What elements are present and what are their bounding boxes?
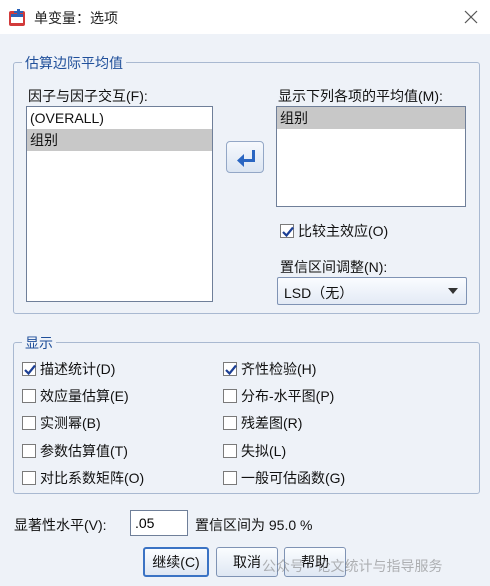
compare-main-effects-checkbox[interactable]: 比较主效应(O) xyxy=(280,221,388,241)
chevron-down-icon xyxy=(448,288,458,294)
checkbox-box xyxy=(280,224,294,238)
lack-of-fit-label: 失拟(L) xyxy=(241,443,287,459)
descriptive-stats-label: 描述统计(D) xyxy=(40,361,116,377)
checkmark-icon xyxy=(282,226,294,238)
descriptive-stats-checkbox[interactable]: 描述统计(D) xyxy=(22,359,115,379)
checkbox-box xyxy=(223,471,237,485)
homogeneity-test-checkbox[interactable]: 齐性检验(H) xyxy=(223,359,316,379)
checkbox-box xyxy=(223,362,237,376)
confidence-interval-text: 置信区间为 95.0 % xyxy=(195,517,313,533)
display-means-listbox[interactable]: 组别 xyxy=(276,106,466,207)
checkbox-box xyxy=(22,416,36,430)
continue-button[interactable]: 继续(C) xyxy=(143,547,209,577)
ci-adjustment-label: 置信区间调整(N): xyxy=(280,259,388,275)
checkbox-box xyxy=(22,444,36,458)
compare-main-effects-label: 比较主效应(O) xyxy=(298,223,389,239)
group-legend-display: 显示 xyxy=(22,333,56,353)
checkbox-box xyxy=(22,471,36,485)
checkbox-box xyxy=(223,416,237,430)
significance-level-label: 显著性水平(V): xyxy=(14,517,107,533)
checkmark-icon xyxy=(225,364,237,376)
group-legend-emm: 估算边际平均值 xyxy=(22,53,126,73)
arrow-left-icon xyxy=(237,150,255,167)
checkbox-box xyxy=(223,444,237,458)
residual-plot-label: 残差图(R) xyxy=(241,415,303,431)
observed-power-label: 实测幂(B) xyxy=(40,415,101,431)
general-estimable-function-label: 一般可估函数(G) xyxy=(241,470,346,486)
watermark-text: 公众号 · 论文统计与指导服务 xyxy=(262,558,443,574)
close-icon[interactable] xyxy=(460,6,482,28)
observed-power-checkbox[interactable]: 实测幂(B) xyxy=(22,413,101,433)
checkbox-box xyxy=(223,389,237,403)
factor-item-overall[interactable]: (OVERALL) xyxy=(27,107,212,129)
homogeneity-test-label: 齐性检验(H) xyxy=(241,361,317,377)
contrast-matrix-label: 对比系数矩阵(O) xyxy=(40,470,145,486)
residual-plot-checkbox[interactable]: 残差图(R) xyxy=(223,413,302,433)
ci-adjustment-select[interactable]: LSD（无） xyxy=(277,277,467,305)
contrast-matrix-checkbox[interactable]: 对比系数矩阵(O) xyxy=(22,468,144,488)
factor-item-group[interactable]: 组别 xyxy=(27,129,212,151)
parameter-estimates-checkbox[interactable]: 参数估算值(T) xyxy=(22,441,128,461)
parameter-estimates-label: 参数估算值(T) xyxy=(40,443,128,459)
factors-listbox[interactable]: (OVERALL) 组别 xyxy=(26,106,213,302)
checkbox-box xyxy=(22,362,36,376)
display-means-item-group[interactable]: 组别 xyxy=(277,107,465,129)
title-bar: 单变量：选项 xyxy=(0,0,490,34)
move-right-button[interactable] xyxy=(226,141,264,173)
window-title: 单变量：选项 xyxy=(34,10,118,26)
spread-level-plot-label: 分布-水平图(P) xyxy=(241,388,335,404)
lack-of-fit-checkbox[interactable]: 失拟(L) xyxy=(223,441,286,461)
checkmark-icon xyxy=(24,364,36,376)
effect-size-checkbox[interactable]: 效应量估算(E) xyxy=(22,386,129,406)
factors-label: 因子与因子交互(F): xyxy=(28,88,148,104)
spss-app-icon xyxy=(9,9,25,26)
spread-level-plot-checkbox[interactable]: 分布-水平图(P) xyxy=(223,386,334,406)
significance-level-input[interactable] xyxy=(130,510,188,536)
display-means-label: 显示下列各项的平均值(M): xyxy=(278,88,443,104)
effect-size-label: 效应量估算(E) xyxy=(40,388,129,404)
checkbox-box xyxy=(22,389,36,403)
general-estimable-function-checkbox[interactable]: 一般可估函数(G) xyxy=(223,468,345,488)
ci-adjustment-value: LSD（无） xyxy=(284,285,354,301)
